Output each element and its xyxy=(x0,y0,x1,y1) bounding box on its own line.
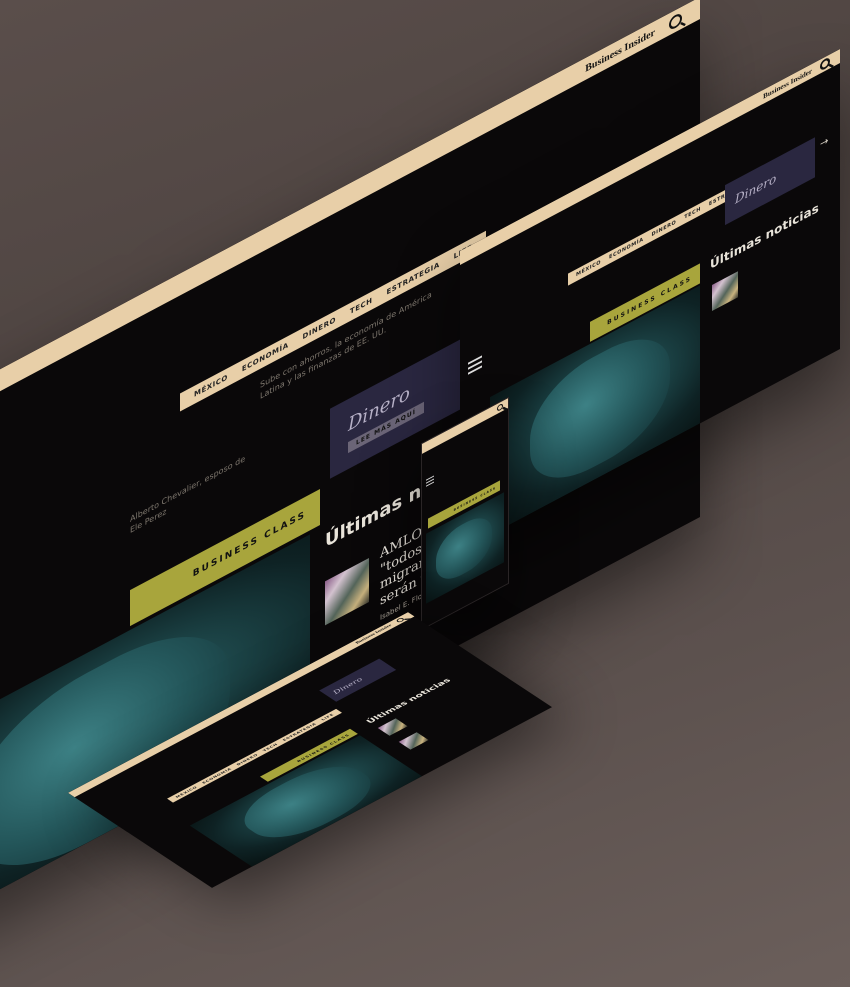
nav-item-tech[interactable]: Tech xyxy=(350,296,373,316)
ultimas-noticias-heading: Últimas noticias xyxy=(365,677,454,726)
brand-logo[interactable]: Business Insider xyxy=(763,67,812,101)
nav-item-dinero[interactable]: Dinero xyxy=(303,316,336,342)
nav-item-mexico[interactable]: México xyxy=(194,373,228,399)
brand-logo[interactable]: Business Insider xyxy=(585,26,655,74)
nav-item-economia[interactable]: Economía xyxy=(609,236,643,260)
arrow-right-icon[interactable]: → xyxy=(820,135,828,150)
menu-icon[interactable] xyxy=(468,344,482,375)
nav-item-mexico[interactable]: México xyxy=(174,785,198,798)
story-thumbnail[interactable] xyxy=(398,732,429,750)
story-thumbnail[interactable] xyxy=(325,557,369,626)
search-icon[interactable] xyxy=(820,56,830,72)
nav-item-dinero[interactable]: Dinero xyxy=(652,219,677,238)
search-icon[interactable] xyxy=(395,617,406,623)
nav-item-tech[interactable]: Tech xyxy=(262,743,279,752)
story-thumbnail[interactable] xyxy=(712,271,738,312)
search-icon[interactable] xyxy=(497,402,503,412)
mockup-scene: Business Insider México Economía Dinero … xyxy=(0,0,850,987)
dinero-title: Dinero xyxy=(348,382,410,437)
nav-item-mexico[interactable]: México xyxy=(576,259,601,278)
nav-item-economia[interactable]: Economía xyxy=(201,767,233,784)
fist-shape xyxy=(226,755,389,849)
story-teaser[interactable]: Alberto Chevalier, esposo de Ele Perez xyxy=(130,451,250,536)
fist-shape xyxy=(436,508,492,589)
nav-item-dinero[interactable]: Dinero xyxy=(235,753,259,766)
nav-item-life[interactable]: Life xyxy=(320,713,335,721)
dinero-title: Dinero xyxy=(735,170,777,207)
nav-item-estrategia[interactable]: Estrategia xyxy=(282,722,318,741)
nav-item-tech[interactable]: Tech xyxy=(684,206,701,221)
dinero-title: Dinero xyxy=(330,676,365,695)
menu-icon[interactable] xyxy=(426,463,434,487)
dinero-promo[interactable]: Dinero xyxy=(319,658,397,702)
search-icon[interactable] xyxy=(669,11,682,31)
story-thumbnail[interactable] xyxy=(377,718,408,736)
